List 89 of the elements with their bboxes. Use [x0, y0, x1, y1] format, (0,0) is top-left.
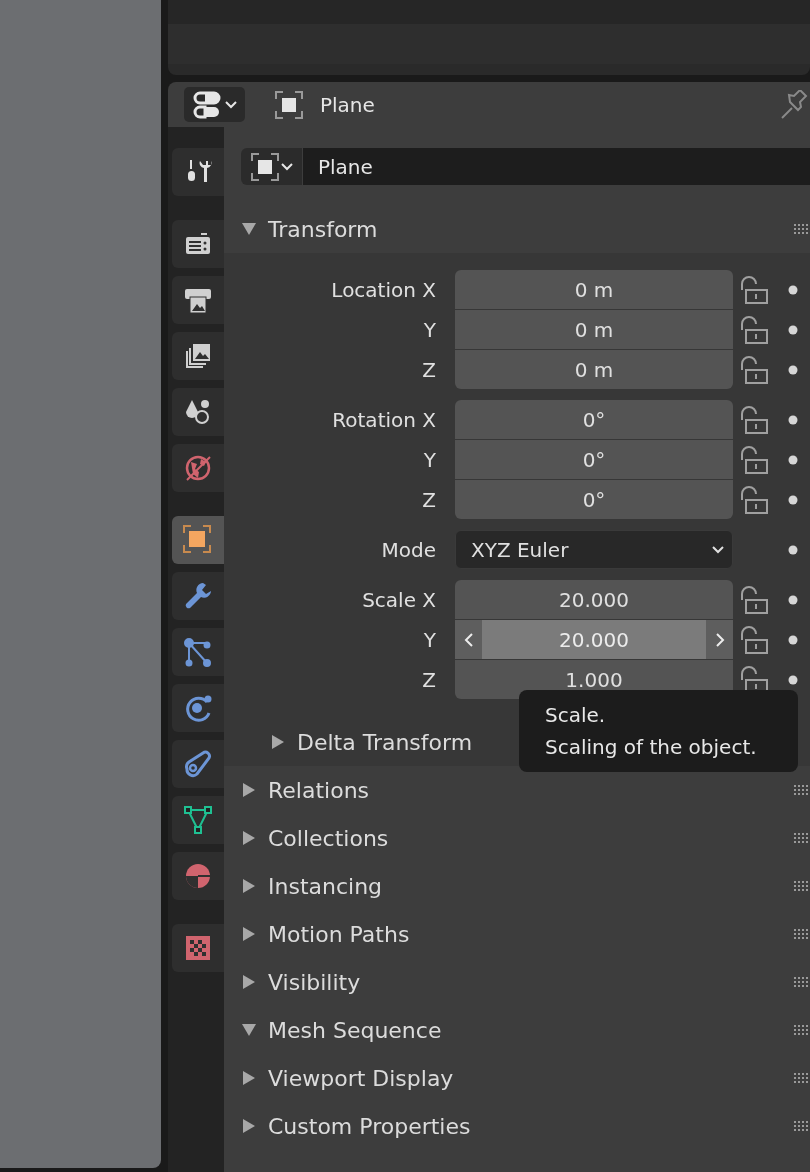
- tooltip-description: Scaling of the object.: [545, 734, 758, 761]
- mode-dropdown[interactable]: XYZ Euler: [455, 530, 733, 569]
- number-field[interactable]: 0°: [455, 400, 733, 439]
- number-field[interactable]: 0 m: [455, 270, 733, 309]
- object-icon: [275, 90, 303, 119]
- properties-tab[interactable]: [172, 388, 224, 436]
- nodes-icon: [183, 637, 213, 667]
- properties-tab[interactable]: [172, 148, 224, 196]
- panel-title[interactable]: Motion Paths: [268, 917, 410, 951]
- square-icon: [183, 525, 213, 555]
- field-label: Location X: [330, 276, 436, 304]
- properties-tab[interactable]: [172, 796, 224, 844]
- unlocked-padlock-icon[interactable]: [739, 585, 771, 614]
- number-field[interactable]: 0°: [455, 480, 733, 519]
- keyframe-dot-icon[interactable]: [788, 634, 798, 645]
- unlocked-padlock-icon[interactable]: [739, 355, 771, 384]
- properties-tab[interactable]: [172, 572, 224, 620]
- tooltip-title: Scale.: [545, 702, 607, 729]
- number-field[interactable]: 20.000: [455, 620, 733, 659]
- field-label: Z: [421, 356, 436, 384]
- wrench-icon: [183, 581, 213, 611]
- number-field[interactable]: 0°: [455, 440, 733, 479]
- panel-title[interactable]: Viewport Display: [268, 1061, 454, 1095]
- drag-handle-icon[interactable]: [794, 1025, 808, 1035]
- number-field[interactable]: 20.000: [455, 580, 733, 619]
- properties-tab[interactable]: [172, 220, 224, 268]
- panel-title[interactable]: Visibility: [268, 965, 361, 999]
- field-label: Mode: [380, 536, 436, 564]
- number-field[interactable]: 0 m: [455, 310, 733, 349]
- field-label: Y: [422, 446, 436, 474]
- keyframe-dot-icon[interactable]: [788, 414, 798, 425]
- object-name: Plane: [320, 91, 375, 119]
- triangle-mesh-icon: [183, 805, 213, 835]
- field-label: Scale X: [361, 586, 436, 614]
- editor-type-button[interactable]: [184, 87, 245, 122]
- image-stack-icon: [183, 341, 213, 371]
- unlocked-padlock-icon[interactable]: [739, 445, 771, 474]
- panel-title[interactable]: Transform: [268, 212, 378, 246]
- properties-tab[interactable]: [172, 628, 224, 676]
- drag-handle-icon[interactable]: [794, 1073, 808, 1083]
- globe-icon: [183, 453, 213, 483]
- drag-handle-icon[interactable]: [794, 977, 808, 987]
- drag-handle-icon[interactable]: [794, 1121, 808, 1131]
- properties-tab[interactable]: [172, 684, 224, 732]
- panel-title[interactable]: Delta Transform: [297, 725, 473, 759]
- checkerboard-icon: [183, 933, 213, 963]
- number-field[interactable]: 0 m: [455, 350, 733, 389]
- unlocked-padlock-icon[interactable]: [739, 405, 771, 434]
- unlocked-padlock-icon[interactable]: [739, 625, 771, 654]
- sphere-icon: [183, 861, 213, 891]
- object-name-field[interactable]: Plane: [303, 148, 810, 185]
- field-label: Rotation X: [331, 406, 436, 434]
- panel-title[interactable]: Relations: [268, 773, 370, 807]
- orbit-icon: [183, 693, 213, 723]
- keyframe-dot-icon[interactable]: [788, 454, 798, 465]
- unlocked-padlock-icon[interactable]: [739, 275, 771, 304]
- panel-title[interactable]: Collections: [268, 821, 389, 855]
- link-icon: [183, 749, 213, 779]
- unlocked-padlock-icon[interactable]: [739, 485, 771, 514]
- field-label: Y: [422, 316, 436, 344]
- panel-title[interactable]: Mesh Sequence: [268, 1013, 442, 1047]
- keyframe-dot-icon[interactable]: [788, 284, 798, 295]
- panel-title[interactable]: Custom Properties: [268, 1109, 471, 1143]
- keyframe-dot-icon[interactable]: [788, 364, 798, 375]
- keyframe-dot-icon[interactable]: [788, 324, 798, 335]
- keyframe-dot-icon[interactable]: [788, 544, 798, 555]
- unlocked-padlock-icon[interactable]: [739, 315, 771, 344]
- toggle-icon: [192, 90, 223, 119]
- properties-tab[interactable]: [172, 740, 224, 788]
- keyframe-dot-icon[interactable]: [788, 594, 798, 605]
- field-label: Z: [421, 666, 436, 694]
- drag-handle-icon[interactable]: [794, 929, 808, 939]
- field-label: Z: [421, 486, 436, 514]
- drag-handle-icon[interactable]: [794, 224, 808, 234]
- properties-tab[interactable]: [172, 276, 224, 324]
- object-icon: [250, 152, 279, 181]
- keyframe-dot-icon[interactable]: [788, 674, 798, 685]
- panel-title[interactable]: Instancing: [268, 869, 383, 903]
- drag-handle-icon[interactable]: [794, 785, 808, 795]
- drag-handle-icon[interactable]: [794, 833, 808, 843]
- caret-icon: [280, 162, 293, 171]
- pin-icon[interactable]: [780, 89, 810, 120]
- drag-handle-icon[interactable]: [794, 881, 808, 891]
- object-picker-button[interactable]: [241, 148, 302, 185]
- caret-icon: [224, 100, 237, 109]
- properties-tab[interactable]: [172, 332, 224, 380]
- keyframe-dot-icon[interactable]: [788, 494, 798, 505]
- caret-icon: [712, 545, 724, 554]
- field-label: Y: [422, 626, 436, 654]
